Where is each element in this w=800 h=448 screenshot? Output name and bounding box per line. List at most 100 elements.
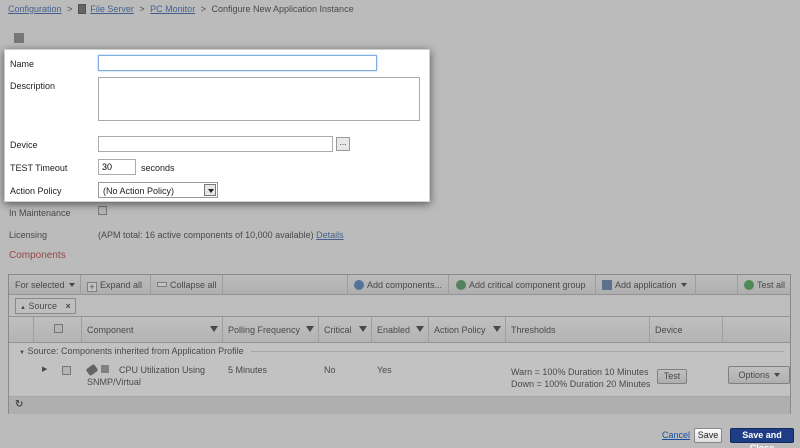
options-label: Options bbox=[738, 370, 770, 380]
column-critical-label: Critical bbox=[324, 325, 352, 335]
add-critical-group-button[interactable]: Add critical component group bbox=[450, 275, 596, 295]
expand-column bbox=[9, 317, 34, 343]
group-row[interactable]: ▼ Source: Components inherited from Appl… bbox=[9, 343, 790, 359]
chevron-down-icon bbox=[680, 283, 687, 287]
component-name-line1: CPU Utilization Using bbox=[119, 365, 206, 375]
save-and-close-button[interactable]: Save and Close bbox=[730, 428, 794, 448]
action-policy-label: Action Policy bbox=[10, 186, 62, 196]
add-application-label: Add application bbox=[615, 280, 677, 290]
breadcrumb: Configuration > File Server > PC Monitor… bbox=[8, 4, 354, 14]
filter-icon[interactable] bbox=[210, 326, 218, 332]
minus-icon bbox=[157, 282, 167, 287]
breadcrumb-configuration[interactable]: Configuration bbox=[8, 4, 62, 14]
licensing-text: (APM total: 16 active components of 10,0… bbox=[98, 230, 344, 240]
add-critical-group-label: Add critical component group bbox=[469, 280, 586, 290]
column-device-label: Device bbox=[655, 325, 683, 335]
action-policy-select[interactable]: (No Action Policy) bbox=[98, 182, 218, 198]
collapse-all-button[interactable]: Collapse all bbox=[151, 275, 223, 295]
timeout-unit: seconds bbox=[141, 163, 175, 173]
expand-all-label: Expand all bbox=[100, 280, 143, 290]
expand-row-icon[interactable]: ▶ bbox=[42, 365, 47, 373]
column-polling[interactable]: Polling Frequency bbox=[223, 317, 319, 343]
column-action-policy-label: Action Policy bbox=[434, 325, 486, 335]
breadcrumb-separator: > bbox=[200, 4, 206, 14]
options-menu[interactable]: Options bbox=[728, 366, 790, 384]
column-action-policy[interactable]: Action Policy bbox=[429, 317, 506, 343]
chevron-down-icon bbox=[773, 373, 780, 377]
licensing-summary: (APM total: 16 active components of 10,0… bbox=[98, 230, 314, 240]
add-components-label: Add components... bbox=[367, 280, 443, 290]
licensing-label: Licensing bbox=[9, 230, 48, 240]
sort-up-icon: ▲ bbox=[20, 305, 26, 311]
device-input[interactable] bbox=[98, 136, 333, 152]
column-thresholds[interactable]: Thresholds bbox=[506, 317, 650, 343]
components-heading: Components bbox=[9, 250, 66, 261]
column-device[interactable]: Device bbox=[650, 317, 723, 343]
status-square-icon bbox=[14, 33, 24, 43]
for-selected-label: For selected bbox=[15, 280, 65, 290]
select-all-checkbox[interactable] bbox=[54, 324, 63, 333]
action-policy-selected: (No Action Policy) bbox=[103, 186, 175, 196]
device-label: Device bbox=[10, 140, 38, 150]
column-component-label: Component bbox=[87, 325, 134, 335]
description-textarea[interactable] bbox=[98, 77, 420, 121]
timeout-label: TEST Timeout bbox=[10, 163, 68, 173]
row-checkbox[interactable] bbox=[62, 366, 71, 375]
filter-icon[interactable] bbox=[306, 326, 314, 332]
close-icon[interactable]: × bbox=[66, 301, 71, 311]
check-circle-icon bbox=[744, 280, 754, 290]
polling-frequency: 5 Minutes bbox=[228, 365, 268, 375]
column-component[interactable]: Component bbox=[82, 317, 223, 343]
configure-panel: Name Description Device ... TEST Timeout… bbox=[4, 49, 430, 202]
add-component-icon bbox=[354, 280, 364, 290]
threshold-down: Down = 100% Duration 20 Minutes bbox=[511, 379, 651, 389]
breadcrumb-current: Configure New Application Instance bbox=[211, 4, 354, 14]
source-chip-label: Source bbox=[28, 301, 57, 311]
chevron-down-icon: ▼ bbox=[19, 350, 25, 356]
column-enabled[interactable]: Enabled bbox=[372, 317, 429, 343]
server-icon bbox=[77, 4, 86, 14]
for-selected-menu[interactable]: For selected bbox=[9, 275, 81, 295]
test-button[interactable]: Test bbox=[657, 369, 687, 384]
chevron-down-icon bbox=[204, 184, 216, 196]
column-thresholds-label: Thresholds bbox=[511, 325, 556, 335]
threshold-warn: Warn = 100% Duration 10 Minutes bbox=[511, 367, 649, 377]
add-components-button[interactable]: Add components... bbox=[347, 275, 449, 295]
filter-bar: ▲ Source × bbox=[9, 295, 790, 317]
grid-footer: ↻ bbox=[9, 397, 790, 414]
test-all-button[interactable]: Test all bbox=[737, 275, 792, 295]
description-label: Description bbox=[10, 81, 56, 91]
select-column bbox=[34, 317, 82, 343]
breadcrumb-separator: > bbox=[139, 4, 145, 14]
breadcrumb-pc-monitor[interactable]: PC Monitor bbox=[150, 4, 195, 14]
maintenance-label: In Maintenance bbox=[9, 208, 71, 218]
group-row-label: Source: Components inherited from Applic… bbox=[27, 346, 244, 356]
application-icon bbox=[602, 280, 612, 290]
column-options bbox=[723, 317, 792, 343]
expand-all-button[interactable]: + Expand all bbox=[81, 275, 151, 295]
cancel-link[interactable]: Cancel bbox=[662, 430, 690, 440]
grid-header-row: Component Polling Frequency Critical Ena… bbox=[9, 317, 790, 343]
filter-icon[interactable] bbox=[416, 326, 424, 332]
status-square-icon bbox=[101, 365, 109, 373]
device-browse-button[interactable]: ... bbox=[336, 137, 350, 151]
add-application-menu[interactable]: Add application bbox=[596, 275, 696, 295]
save-button[interactable]: Save bbox=[694, 428, 722, 443]
critical-value: No bbox=[324, 365, 336, 375]
breadcrumb-separator: > bbox=[67, 4, 73, 14]
filter-icon[interactable] bbox=[493, 326, 501, 332]
component-name-line2: SNMP/Virtual bbox=[87, 377, 141, 387]
refresh-icon[interactable]: ↻ bbox=[15, 399, 23, 410]
maintenance-checkbox[interactable] bbox=[98, 206, 107, 215]
plus-icon: + bbox=[87, 282, 97, 292]
timeout-input[interactable] bbox=[98, 159, 136, 175]
name-input[interactable] bbox=[98, 55, 377, 71]
licensing-details-link[interactable]: Details bbox=[316, 230, 344, 240]
column-critical[interactable]: Critical bbox=[319, 317, 372, 343]
filter-icon[interactable] bbox=[359, 326, 367, 332]
source-filter-chip[interactable]: ▲ Source × bbox=[15, 298, 76, 314]
grid-toolbar: For selected + Expand all Collapse all Ad… bbox=[9, 275, 790, 295]
table-row: ▶ CPU Utilization Using SNMP/Virtual 5 M… bbox=[9, 359, 790, 397]
breadcrumb-file-server[interactable]: File Server bbox=[90, 4, 134, 14]
add-group-icon bbox=[456, 280, 466, 290]
